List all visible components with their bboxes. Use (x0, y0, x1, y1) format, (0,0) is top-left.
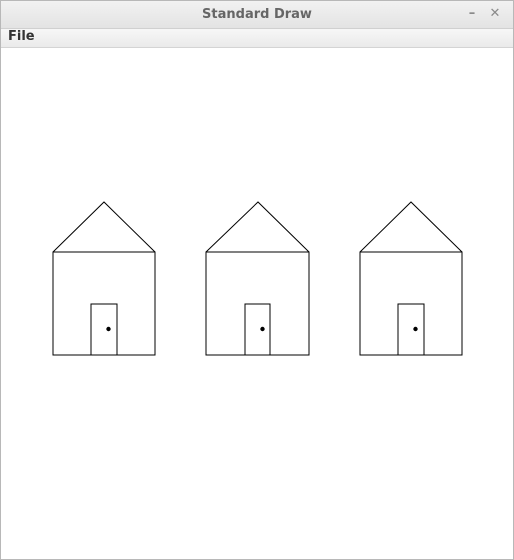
title-bar[interactable]: Standard Draw – ✕ (1, 1, 513, 29)
house-2-roof (205, 201, 310, 253)
close-button[interactable]: ✕ (486, 5, 504, 23)
house-1-roof (52, 201, 156, 253)
minimize-button[interactable]: – (463, 5, 481, 23)
house-3-doorknob (413, 326, 418, 332)
house-3 (359, 201, 463, 356)
house-2-door (244, 303, 271, 356)
house-2-doorknob (260, 326, 265, 332)
canvas-svg (52, 201, 463, 356)
house-3-roof (359, 201, 463, 253)
house-2 (205, 201, 310, 356)
standard-draw-window: Standard Draw – ✕ File (0, 0, 514, 560)
house-1-doorknob (106, 326, 111, 332)
menu-bar: File (1, 29, 513, 48)
house-3-door (397, 303, 425, 356)
menu-file[interactable]: File (7, 29, 36, 47)
window-title: Standard Draw (202, 7, 312, 22)
house-1 (52, 201, 156, 356)
house-1-door (90, 303, 118, 356)
drawing-canvas[interactable] (1, 48, 513, 559)
